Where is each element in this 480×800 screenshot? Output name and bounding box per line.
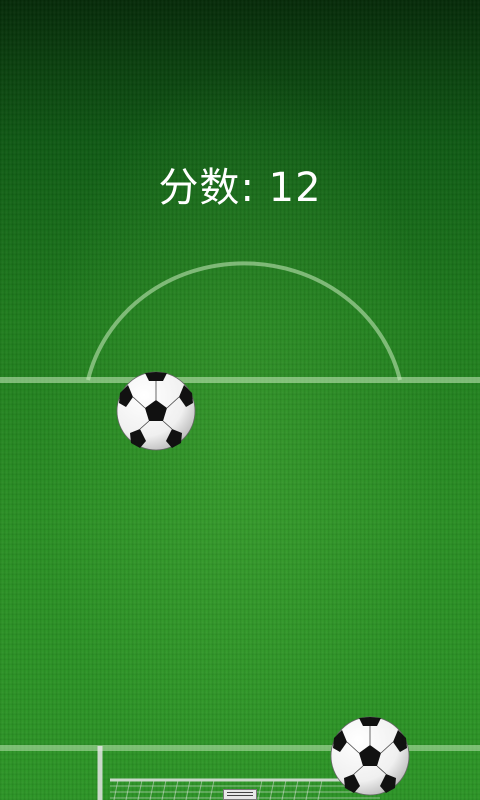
score-label: 分数	[158, 165, 241, 211]
soccer-ball[interactable]	[116, 371, 196, 451]
game-screen[interactable]: 分数: 12	[0, 0, 480, 800]
score-display: 分数: 12	[0, 155, 480, 213]
handle-grip-line	[227, 792, 253, 793]
score-separator: :	[240, 165, 269, 211]
handle-grip-line	[227, 795, 253, 796]
drag-handle[interactable]	[223, 789, 257, 800]
halfway-line	[0, 377, 480, 383]
soccer-ball[interactable]	[330, 716, 410, 796]
score-value: 12	[268, 165, 322, 211]
pitch-markings	[0, 261, 480, 800]
center-circle-arc	[86, 261, 402, 381]
